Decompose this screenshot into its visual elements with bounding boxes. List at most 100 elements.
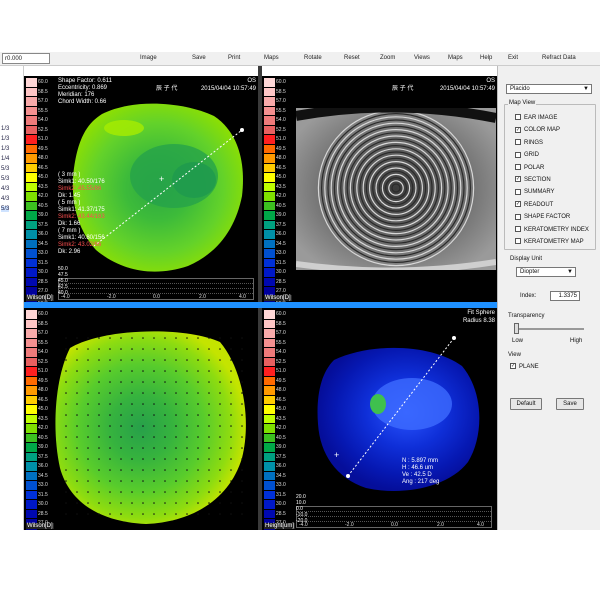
map-view-checkbox[interactable]: SHAPE FACTOR <box>515 212 570 222</box>
toolbar-item-exit[interactable]: Exit <box>506 53 520 64</box>
index-label: Index: <box>520 293 537 299</box>
grid-dot <box>76 436 78 438</box>
grid-dot <box>241 414 243 416</box>
scale-step: 39.0 <box>264 443 293 453</box>
exam-list-item[interactable]: 5/3 <box>1 176 9 182</box>
exam-list-item-selected[interactable]: 5/3 <box>1 206 10 212</box>
map-view-checkbox[interactable]: ✓ READOUT <box>515 200 553 210</box>
grid-dot <box>98 458 100 460</box>
toolbar-item-refract[interactable]: Refract Data <box>540 53 578 64</box>
scale-step: 37.5 <box>264 452 293 463</box>
grid-dot <box>98 337 100 339</box>
exam-list-item[interactable]: 1/3 <box>1 126 9 132</box>
grid-dot <box>241 359 243 361</box>
scale-step: 51.0 <box>264 367 293 377</box>
grid-dot <box>186 502 188 504</box>
readout-line: Ve : 42.5 D <box>402 472 432 478</box>
grid-dot <box>65 337 67 339</box>
default-button[interactable]: Default <box>510 398 542 410</box>
scale-step: 45.0 <box>264 405 293 415</box>
profile-axis-tick: 0.0 <box>391 522 398 528</box>
grid-dot <box>109 414 111 416</box>
scale-value: 43.5 <box>38 415 48 422</box>
grid-dot <box>109 480 111 482</box>
scale-value: 45.0 <box>38 174 48 180</box>
exam-list-item[interactable]: 4/3 <box>1 186 9 192</box>
grid-dot <box>208 425 210 427</box>
exam-list-item[interactable]: 1/3 <box>1 136 9 142</box>
display-unit-value: Diopter <box>520 269 540 275</box>
map-view-checkbox[interactable]: GRID <box>515 150 539 160</box>
scale-value: 60.0 <box>38 79 48 85</box>
grid-dot <box>230 370 232 372</box>
scale-swatch <box>264 386 275 395</box>
toolbar-item-views[interactable]: Views <box>412 53 432 64</box>
toolbar-combo[interactable]: r0.000 <box>2 53 50 64</box>
map-view-checkbox[interactable]: ✓ SECTION <box>515 175 551 185</box>
scale-value: 33.0 <box>276 482 286 488</box>
map-view-checkbox[interactable]: EAR IMAGE <box>515 113 557 123</box>
grid-dot <box>230 447 232 449</box>
scale-value: 25.5 <box>276 530 286 531</box>
scale-swatch <box>26 319 37 329</box>
tangential-map-panel[interactable]: 60.0 58.5 57.0 55.5 54.0 52.5 51.0 49.5 48.0 46.5… <box>24 308 258 530</box>
checkbox-empty-icon <box>515 164 521 171</box>
exam-list-item[interactable]: 1/4 <box>1 156 9 162</box>
scale-swatch <box>26 249 37 258</box>
index-field[interactable]: 1.3375 <box>550 291 580 301</box>
scale-swatch <box>264 433 275 443</box>
toolbar-item-zoom[interactable]: Zoom <box>378 53 397 64</box>
elevation-readout: N : 5.897 mm H : 46.6 um Ve : 42.5 D Ang… <box>402 458 439 486</box>
toolbar-item-save[interactable]: Save <box>190 53 208 64</box>
toolbar-item-maps[interactable]: Maps <box>262 53 281 64</box>
axial-map-panel[interactable]: + 60.0 58.5 57.0 55.5 54.0 52.5 51.0 49.5 48.0 46… <box>24 76 258 302</box>
horizontal-splitter[interactable] <box>24 302 497 308</box>
scale-swatch <box>26 310 37 319</box>
toolbar-item-print[interactable]: Print <box>226 53 242 64</box>
scale-value: 37.5 <box>276 221 286 228</box>
transparency-slider-track[interactable] <box>514 328 584 330</box>
grid-dot <box>109 469 111 471</box>
grid-dot <box>98 348 100 350</box>
scale-swatch <box>26 329 37 338</box>
scale-step: 52.5 <box>26 357 55 368</box>
map-view-checkbox[interactable]: RINGS <box>515 138 543 148</box>
map-view-checkbox[interactable]: ✓ COLOR MAP <box>515 125 560 135</box>
keratometry-readings: ( 3 mm ) Simk1: 40.50/176 Simk2: 45.55/86 D… <box>58 172 105 256</box>
toolbar: r0.000 Image Save Print Maps Rotate Rese… <box>0 52 600 66</box>
profile-axis-tick: 2.0 <box>199 294 206 300</box>
vertical-splitter[interactable] <box>258 66 262 530</box>
plane-checkbox[interactable]: ✓ PLANE <box>510 362 539 372</box>
image-mode-dropdown[interactable]: Placido ▼ <box>506 84 592 94</box>
placido-image-panel[interactable]: 60.0 58.5 57.0 55.5 54.0 52.5 51.0 49.5 48.0 46.5… <box>262 76 497 302</box>
transparency-slider-thumb[interactable] <box>514 323 519 334</box>
elevation-map-panel[interactable]: + 60.0 58.5 57.0 55.5 54.0 52.5 51.0 49.5 48.0 46… <box>262 308 497 530</box>
scale-swatch <box>26 239 37 249</box>
map-view-checkbox[interactable]: SUMMARY <box>515 187 555 197</box>
grid-dot <box>186 458 188 460</box>
toolbar-item-rotate[interactable]: Rotate <box>302 53 324 64</box>
scale-step: 40.5 <box>26 433 55 444</box>
scale-swatch <box>26 367 37 376</box>
map-view-checkbox[interactable]: POLAR <box>515 163 544 173</box>
toolbar-item-help[interactable]: Help <box>478 53 494 64</box>
grid-dot <box>98 403 100 405</box>
display-unit-dropdown[interactable]: Diopter ▼ <box>516 267 576 277</box>
toolbar-item-maps-2[interactable]: Maps <box>446 53 465 64</box>
grid-dot <box>219 469 221 471</box>
toolbar-item-reset[interactable]: Reset <box>342 53 362 64</box>
exam-list-item[interactable]: 1/3 <box>1 146 9 152</box>
map-view-checkbox[interactable]: KERATOMETRY MAP <box>515 237 584 247</box>
exam-list-item[interactable]: 5/3 <box>1 166 9 172</box>
grid-dot <box>241 425 243 427</box>
save-button[interactable]: Save <box>556 398 584 410</box>
checkbox-empty-icon <box>515 114 521 121</box>
grid-dot <box>197 436 199 438</box>
grid-dot <box>208 414 210 416</box>
exam-list-item[interactable]: 4/3 <box>1 196 9 202</box>
patient-name: 辰 子 代 <box>392 86 414 92</box>
toolbar-item-image[interactable]: Image <box>138 53 159 64</box>
map-view-checkbox[interactable]: KERATOMETRY INDEX <box>515 225 589 235</box>
grid-dot <box>76 403 78 405</box>
scale-swatch <box>264 338 275 348</box>
